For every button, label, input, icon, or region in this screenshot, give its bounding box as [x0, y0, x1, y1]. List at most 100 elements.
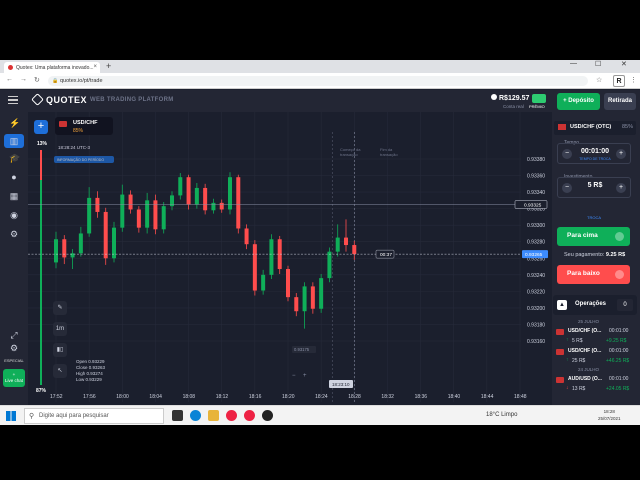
gear-icon[interactable]: ⚙ [9, 344, 19, 353]
chrome-icon[interactable] [226, 410, 237, 421]
cursor-icon[interactable]: ↖ [53, 364, 67, 378]
candle-body [319, 278, 324, 309]
chart-icon[interactable]: ▥ [4, 134, 24, 148]
building-icon[interactable]: ▦ [9, 192, 19, 201]
timeframe-button[interactable]: 1m [53, 322, 67, 336]
trade-asset: USD/CHF (O... [568, 348, 602, 354]
fullscreen-icon[interactable]: ⤢ [9, 331, 19, 340]
profile-avatar[interactable]: R [613, 75, 625, 87]
time-sub: TEMPO DE TROCA [579, 157, 611, 161]
task-view-icon[interactable] [172, 410, 183, 421]
arrow-up-icon: ↑ [566, 357, 569, 363]
new-tab-icon[interactable]: + [106, 61, 111, 71]
x-tick-label: 18:36 [415, 394, 428, 400]
lightning-icon[interactable]: ⚡ [9, 119, 20, 128]
invest-minus-icon[interactable]: − [562, 183, 572, 193]
sentiment-top-percent: 13% [37, 141, 48, 147]
taskbar-search[interactable]: Digite aqui para pesquisar [24, 408, 164, 424]
collapse-icon[interactable]: ▲ [557, 300, 567, 310]
crosshair-price-label: 0.93175 [294, 347, 310, 352]
special-label[interactable]: ESPECIAL [2, 358, 26, 363]
candle-body [252, 244, 257, 291]
live-chat-button[interactable]: + Live chat [3, 369, 25, 387]
candle-body [327, 251, 332, 279]
chrome-profile-icon[interactable] [244, 410, 255, 421]
withdraw-button[interactable]: Retirada [604, 93, 636, 110]
platform-label: WEB TRADING PLATFORM [90, 97, 174, 103]
time-plus-icon[interactable]: + [616, 149, 626, 159]
cursor-price-label: 0.93325 [524, 203, 542, 209]
user-icon[interactable]: ● [9, 173, 19, 182]
account-type: Conta real [503, 104, 524, 109]
weather-widget[interactable]: 18°C Limpo [486, 412, 517, 418]
currency-icon [491, 94, 497, 100]
trade-time: 00:01:00 [609, 328, 629, 334]
time-value[interactable]: 00:01:00 [578, 148, 612, 155]
chart-clock: 18:28:24 UTC-3 [58, 145, 90, 150]
url-field[interactable]: 🔒 quotex.io/pt/trade [48, 76, 588, 86]
invest-value[interactable]: 5 R$ [578, 182, 612, 189]
back-icon[interactable]: ← [6, 76, 13, 83]
signal-icon[interactable]: ◉ [9, 211, 19, 220]
up-label: Para cima [567, 232, 598, 239]
candle-body [211, 202, 216, 211]
account-balance[interactable]: R$129.57 [491, 94, 529, 102]
y-tick-label: 0.93300 [527, 223, 545, 229]
operations-header[interactable]: ▲ Operações 0 [553, 295, 637, 315]
screen: Quotex: Uma plataforma inovado... × + — … [0, 0, 640, 480]
time-minus-icon[interactable]: − [562, 149, 572, 159]
payout: Seu pagamento: 9.25 R$ [564, 252, 625, 258]
graduation-cap-icon[interactable]: 🎓 [9, 154, 20, 163]
gift-icon[interactable] [532, 94, 546, 103]
candle-body [236, 177, 241, 229]
operations-count: 0 [617, 299, 633, 311]
sell-down-button[interactable]: Para baixo [557, 265, 630, 284]
sentiment-bottom-percent: 87% [36, 388, 47, 394]
deposit-button[interactable]: + Depósito [557, 93, 600, 110]
address-bar: ← → ↻ 🔒 quotex.io/pt/trade ☆ R ⋮ [0, 73, 640, 89]
usd-chf-flag-icon [59, 121, 67, 127]
y-tick-label: 0.93160 [527, 339, 545, 345]
maximize-icon[interactable]: ☐ [595, 60, 601, 68]
brand-logo[interactable]: QUOTEX [31, 93, 87, 106]
candle-body [219, 202, 224, 210]
x-tick-label: 18:28 [348, 394, 361, 400]
chart-area[interactable]: 0.93380 0.93360 0.93340 0.93320 0.93300 0.932… [28, 112, 552, 405]
x-tick-label: 18:16 [249, 394, 262, 400]
menu-icon[interactable] [8, 96, 18, 104]
forward-icon[interactable]: → [20, 76, 27, 83]
invest-stepper[interactable]: − 5 R$ + [557, 177, 631, 198]
pencil-icon[interactable]: ✎ [53, 301, 67, 315]
buy-up-button[interactable]: Para cima [557, 227, 630, 246]
candle-body [178, 177, 183, 196]
x-tick-label: 18:04 [149, 394, 162, 400]
close-tab-icon[interactable]: × [93, 64, 97, 70]
trade-amount: 13 R$ [572, 386, 586, 392]
trade-row[interactable]: AUD/USD (O... 00:01:00 ↓ 13 R$ +24.05 R$ [556, 375, 636, 395]
invest-plus-icon[interactable]: + [616, 183, 626, 193]
asset-selector[interactable]: USD/CHF 85% [55, 117, 113, 135]
trade-row[interactable]: USD/CHF (O... 00:01:00 ↑ 5 R$ +9.25 R$ [556, 327, 636, 347]
candle-body [112, 227, 116, 259]
settings-icon[interactable]: ⚙ [9, 230, 19, 239]
star-icon[interactable]: ☆ [596, 76, 602, 84]
time-stepper[interactable]: − 00:01:00 TEMPO DE TROCA + [557, 143, 631, 164]
browser-tab[interactable]: Quotex: Uma plataforma inovado... × [4, 62, 100, 73]
windows-start-icon[interactable] [6, 411, 16, 421]
arrow-down-icon: ↓ [566, 385, 569, 391]
add-chart-button[interactable]: + [34, 120, 48, 134]
menu-dots-icon[interactable]: ⋮ [630, 76, 637, 84]
minimize-icon[interactable]: — [570, 60, 577, 67]
trade-row[interactable]: USD/CHF (O... 00:01:00 ↑ 25 R$ +46.25 R$ [556, 347, 636, 367]
candles-icon[interactable]: ▮▯ [53, 343, 67, 357]
trade-asset-selector[interactable]: USD/CHF (OTC) 85% [554, 121, 636, 135]
app-icon[interactable] [262, 410, 273, 421]
period-info-chip[interactable]: INFORMAÇÃO DO PERÍODO [54, 156, 114, 163]
reload-icon[interactable]: ↻ [34, 76, 40, 84]
marker-start-label: Começo da transação [340, 147, 361, 157]
file-explorer-icon[interactable] [208, 410, 219, 421]
edge-icon[interactable] [190, 410, 201, 421]
close-window-icon[interactable]: ✕ [621, 60, 627, 68]
candle-body [261, 274, 266, 291]
tray-clock[interactable]: 18:28 25/07/2021 [598, 408, 621, 422]
